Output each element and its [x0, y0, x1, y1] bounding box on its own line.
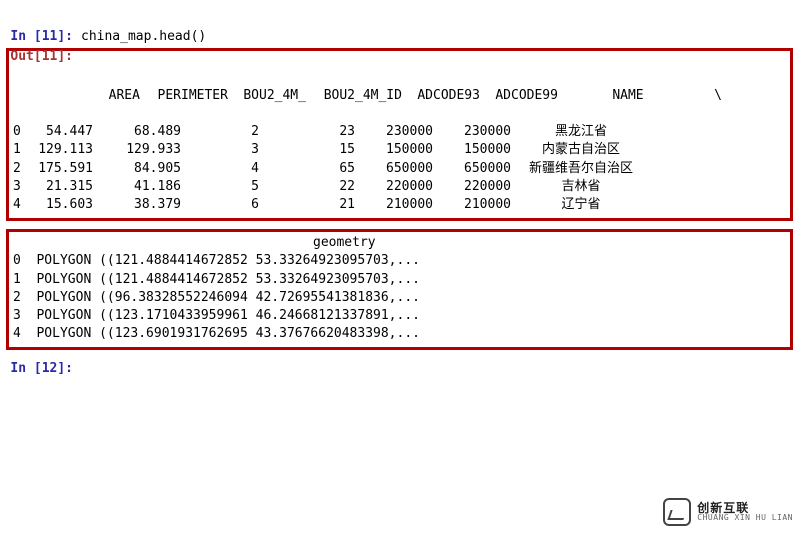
- cell-perimeter: 38.379: [93, 196, 181, 214]
- cell-bou2-4m: 4: [181, 160, 259, 178]
- input-code-11[interactable]: china_map.head(): [81, 28, 206, 47]
- row-index: 0: [13, 253, 21, 268]
- cell-geometry: POLYGON ((123.1710433959961 46.246681213…: [36, 308, 420, 323]
- table-row: 4 POLYGON ((123.6901931762695 43.3767662…: [13, 325, 786, 343]
- cell-perimeter: 41.186: [93, 178, 181, 196]
- table-row: 3 POLYGON ((123.1710433959961 46.2466812…: [13, 307, 786, 325]
- cell-area: 21.315: [25, 178, 93, 196]
- table-row: 054.44768.489223230000230000黑龙江省: [13, 123, 786, 141]
- row-index: 0: [13, 123, 25, 141]
- table-row: 321.31541.186522220000220000吉林省: [13, 178, 786, 196]
- cell-adcode93: 650000: [355, 160, 433, 178]
- table-row: 0 POLYGON ((121.4884414672852 53.3326492…: [13, 252, 786, 270]
- cell-name: 吉林省: [511, 178, 651, 196]
- cell-geometry: POLYGON ((121.4884414672852 53.332649230…: [36, 272, 420, 287]
- col-bou2-4m-id: BOU2_4M_ID: [306, 87, 402, 105]
- table-row: 415.60338.379621210000210000辽宁省: [13, 196, 786, 214]
- row-index: 1: [13, 141, 25, 159]
- cell-bou2-4m-id: 15: [259, 141, 355, 159]
- cell-adcode99: 650000: [433, 160, 511, 178]
- cell-adcode93: 230000: [355, 123, 433, 141]
- output-prompt-11: Out[11]:: [6, 48, 81, 67]
- cell-bou2-4m-id: 23: [259, 123, 355, 141]
- watermark-en: CHUANG XIN HU LIAN: [697, 514, 793, 522]
- input-cell-11[interactable]: In [11]: china_map.head(): [6, 28, 797, 47]
- cell-bou2-4m: 3: [181, 141, 259, 159]
- cell-bou2-4m: 5: [181, 178, 259, 196]
- watermark: 创新互联 CHUANG XIN HU LIAN: [663, 498, 793, 526]
- table-row: 1129.113129.933315150000150000内蒙古自治区: [13, 141, 786, 159]
- row-index: 4: [13, 326, 21, 341]
- watermark-logo-icon: [663, 498, 691, 526]
- cell-adcode93: 150000: [355, 141, 433, 159]
- cell-bou2-4m-id: 21: [259, 196, 355, 214]
- cell-geometry: POLYGON ((121.4884414672852 53.332649230…: [36, 253, 420, 268]
- table-row: 1 POLYGON ((121.4884414672852 53.3326492…: [13, 271, 786, 289]
- col-name: NAME: [558, 87, 698, 105]
- cell-adcode99: 230000: [433, 123, 511, 141]
- col-adcode99: ADCODE99: [480, 87, 558, 105]
- cell-bou2-4m-id: 22: [259, 178, 355, 196]
- table-row: 2175.59184.905465650000650000新疆维吾尔自治区: [13, 160, 786, 178]
- cell-adcode93: 220000: [355, 178, 433, 196]
- cell-area: 129.113: [25, 141, 93, 159]
- row-index: 3: [13, 178, 25, 196]
- cell-geometry: POLYGON ((96.38328552246094 42.726955413…: [36, 290, 420, 305]
- col-area: AREA: [72, 87, 140, 105]
- table-header-row: AREAPERIMETERBOU2_4M_BOU2_4M_IDADCODE93A…: [13, 69, 786, 124]
- row-index: 1: [13, 272, 21, 287]
- cell-adcode99: 210000: [433, 196, 511, 214]
- cell-name: 黑龙江省: [511, 123, 651, 141]
- row-index: 2: [13, 290, 21, 305]
- cell-name: 新疆维吾尔自治区: [511, 160, 651, 178]
- row-index: 2: [13, 160, 25, 178]
- cell-perimeter: 68.489: [93, 123, 181, 141]
- output-table-attributes: AREAPERIMETERBOU2_4M_BOU2_4M_IDADCODE93A…: [6, 48, 793, 222]
- cell-adcode99: 150000: [433, 141, 511, 159]
- cell-area: 175.591: [25, 160, 93, 178]
- cell-adcode99: 220000: [433, 178, 511, 196]
- cell-name: 内蒙古自治区: [511, 141, 651, 159]
- cell-bou2-4m: 2: [181, 123, 259, 141]
- continuation-mark: \: [698, 87, 722, 105]
- input-prompt-12: In [12]:: [6, 360, 81, 379]
- cell-area: 15.603: [25, 196, 93, 214]
- col-perimeter: PERIMETER: [140, 87, 228, 105]
- input-prompt-num-12: 12: [42, 361, 58, 376]
- cell-perimeter: 129.933: [93, 141, 181, 159]
- row-index: 4: [13, 196, 25, 214]
- row-index: 3: [13, 308, 21, 323]
- cell-perimeter: 84.905: [93, 160, 181, 178]
- cell-geometry: POLYGON ((123.6901931762695 43.376766204…: [36, 326, 420, 341]
- cell-bou2-4m-id: 65: [259, 160, 355, 178]
- cell-name: 辽宁省: [511, 196, 651, 214]
- col-bou2-4m: BOU2_4M_: [228, 87, 306, 105]
- cell-area: 54.447: [25, 123, 93, 141]
- geometry-header: geometry: [13, 234, 786, 252]
- table-row: 2 POLYGON ((96.38328552246094 42.7269554…: [13, 289, 786, 307]
- cell-bou2-4m: 6: [181, 196, 259, 214]
- input-prompt-11: In [11]:: [6, 28, 81, 47]
- cell-adcode93: 210000: [355, 196, 433, 214]
- output-table-geometry: geometry 0 POLYGON ((121.4884414672852 5…: [6, 229, 793, 350]
- input-cell-12[interactable]: In [12]:: [6, 360, 797, 379]
- col-adcode93: ADCODE93: [402, 87, 480, 105]
- input-prompt-num-11: 11: [42, 29, 58, 44]
- output-prompt-num-11: 11: [42, 49, 58, 64]
